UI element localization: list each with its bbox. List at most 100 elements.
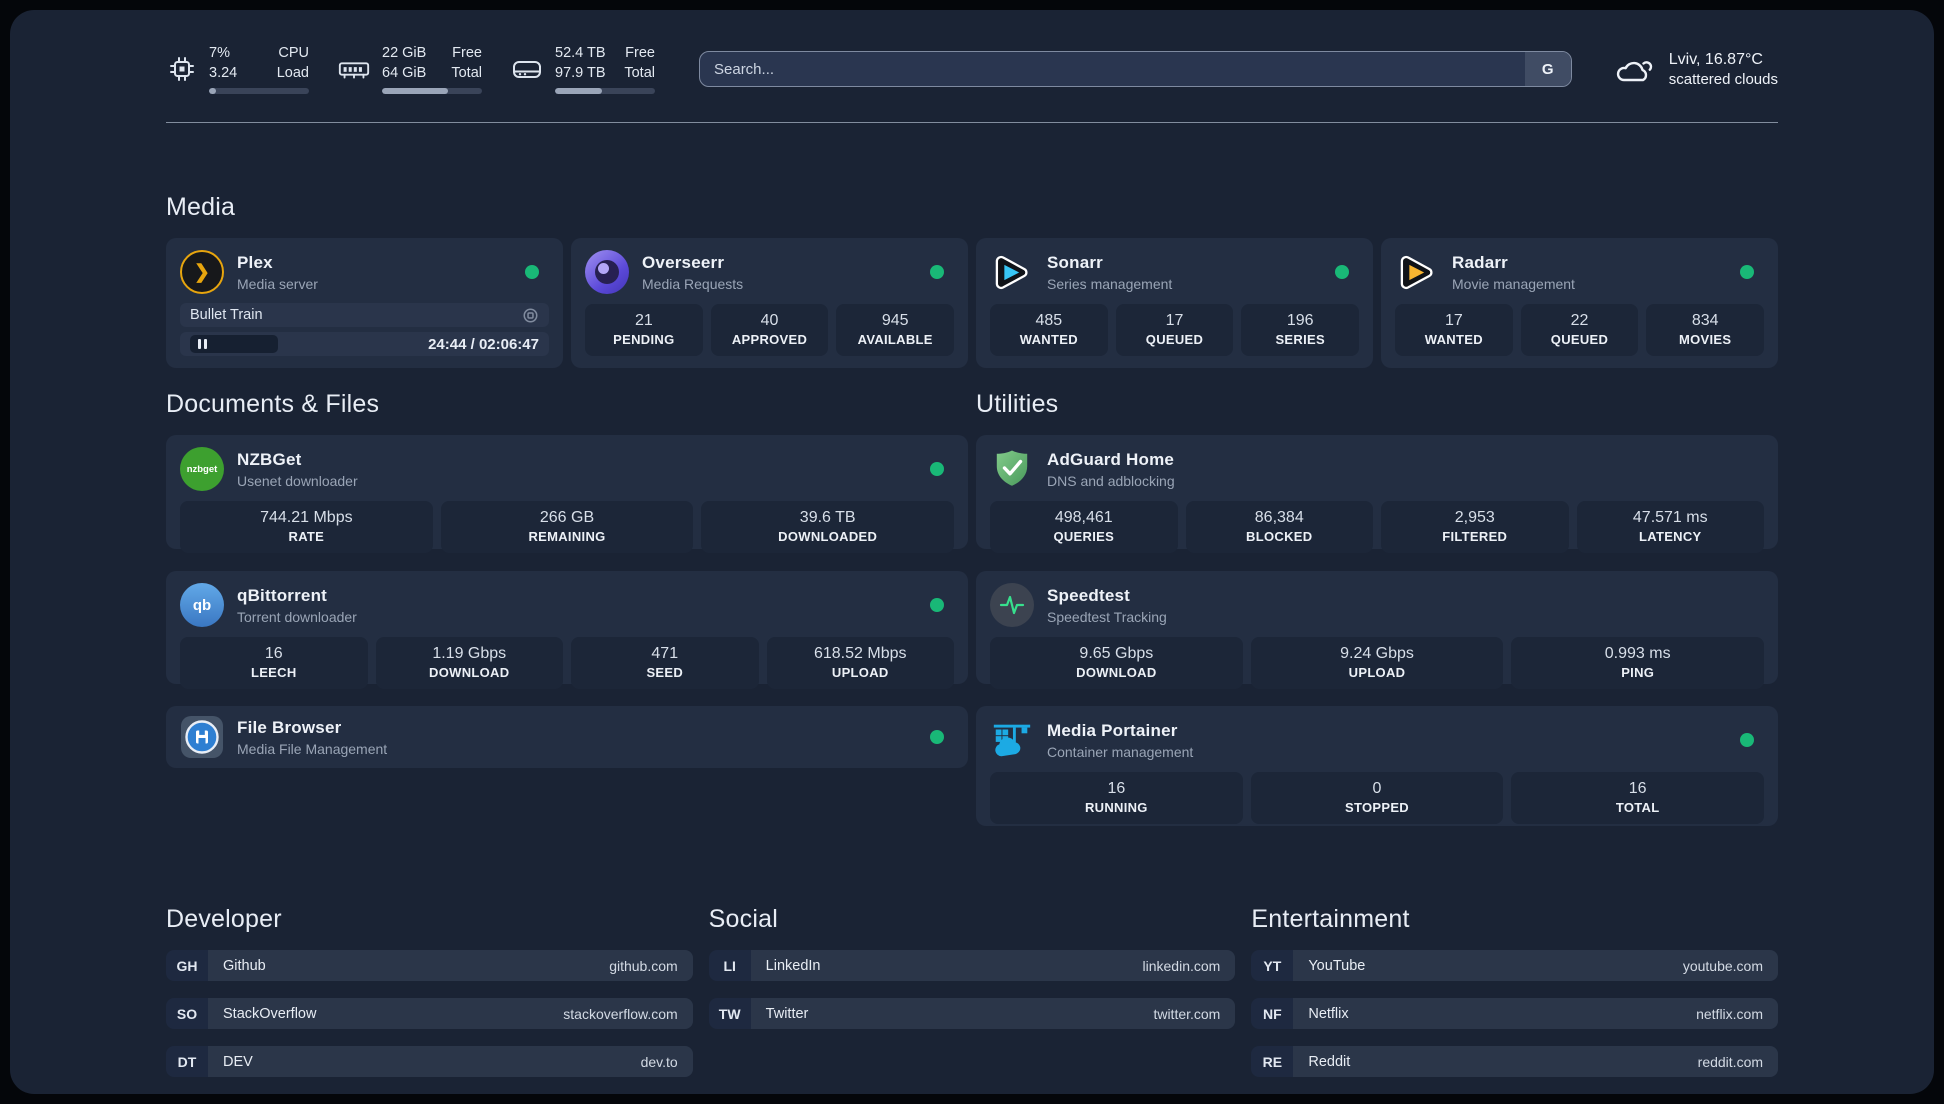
- link-url: netflix.com: [1696, 1005, 1764, 1022]
- memory-total-value: 64 GiB: [382, 64, 427, 81]
- storage-widget: 52.4 TB 97.9 TB Free Total: [510, 44, 655, 94]
- app-name: Media Portainer: [1047, 720, 1178, 740]
- app-card-overseerr[interactable]: Overseerr Media Requests 21 PENDING 40 APP…: [571, 238, 968, 368]
- status-dot: [1335, 265, 1349, 279]
- stat-tile: 39.6 TB DOWNLOADED: [701, 501, 955, 553]
- link-name: Twitter: [765, 1005, 809, 1022]
- cpu-usage-label: CPU: [278, 45, 309, 62]
- stat-tile: 47.571 ms LATENCY: [1576, 501, 1764, 553]
- link-name: DEV: [223, 1053, 253, 1070]
- player-row: 24:44 / 02:06:47: [180, 332, 549, 356]
- stat-tile: 22 QUEUED: [1520, 304, 1639, 356]
- cloud-icon: [1612, 51, 1656, 87]
- status-dot: [1740, 265, 1754, 279]
- app-desc: Media Requests: [642, 275, 744, 292]
- cpu-load-label: Load: [276, 64, 309, 81]
- app-card-nzbget[interactable]: nzbget NZBGet Usenet downloader 744.21 M…: [166, 435, 968, 553]
- app-desc: DNS and adblocking: [1047, 472, 1175, 489]
- app-desc: Torrent downloader: [237, 608, 357, 625]
- search-input[interactable]: [700, 52, 1525, 86]
- link-name: LinkedIn: [765, 957, 821, 974]
- stat-tile: 196 SERIES: [1241, 304, 1360, 356]
- app-card-qbittorrent[interactable]: qb qBittorrent Torrent downloader 16 LEEC…: [166, 571, 968, 689]
- stat-tile: 17 WANTED: [1395, 304, 1513, 356]
- stat-tile: 86,384 BLOCKED: [1185, 501, 1373, 553]
- app-name: AdGuard Home: [1047, 449, 1175, 469]
- storage-progress-bar: [555, 87, 655, 94]
- link-reddit[interactable]: RE Reddit reddit.com: [1251, 1046, 1779, 1077]
- cpu-load-value: 3.24: [209, 64, 238, 81]
- link-abbr: SO: [166, 998, 208, 1029]
- app-desc: Series management: [1047, 275, 1173, 292]
- stat-tile: 21 PENDING: [585, 304, 703, 356]
- section-title-developer: Developer: [166, 905, 282, 933]
- link-name: YouTube: [1308, 957, 1366, 974]
- app-desc: Usenet downloader: [237, 472, 358, 489]
- header-divider: [166, 122, 1778, 123]
- pause-button[interactable]: [190, 335, 278, 353]
- app-desc: Movie management: [1452, 275, 1575, 292]
- link-youtube[interactable]: YT YouTube youtube.com: [1251, 950, 1779, 981]
- storage-free-label: Free: [625, 45, 655, 62]
- stat-tile: 40 APPROVED: [710, 304, 829, 356]
- app-card-plex[interactable]: ❯ Plex Media server Bullet Train 24:44 /…: [166, 238, 563, 368]
- app-desc: Media server: [237, 275, 318, 292]
- app-card-portainer[interactable]: Media Portainer Container management 16 R…: [976, 706, 1778, 826]
- stat-tile: 0.993 ms PING: [1511, 637, 1765, 689]
- now-playing-title: Bullet Train: [190, 307, 263, 323]
- top-bar: 7% 3.24 CPU Load 22 GiB 64 GiB Free Tota…: [166, 44, 1778, 94]
- app-card-sonarr[interactable]: Sonarr Series management 485 WANTED 17 QUE…: [976, 238, 1373, 368]
- stat-tile: 471 SEED: [571, 637, 759, 689]
- stat-tile: 2,953 FILTERED: [1381, 501, 1569, 553]
- link-github[interactable]: GH Github github.com: [166, 950, 693, 981]
- link-twitter[interactable]: TW Twitter twitter.com: [708, 998, 1236, 1029]
- stat-tile: 17 QUEUED: [1115, 304, 1234, 356]
- overseerr-icon: [585, 250, 629, 294]
- link-netflix[interactable]: NF Netflix netflix.com: [1251, 998, 1779, 1029]
- cpu-icon: [166, 53, 198, 85]
- stat-tile: 485 WANTED: [990, 304, 1108, 356]
- link-url: twitter.com: [1153, 1005, 1221, 1022]
- link-abbr: RE: [1251, 1046, 1294, 1077]
- status-dot: [930, 462, 944, 476]
- status-dot: [930, 598, 944, 612]
- link-linkedin[interactable]: LI LinkedIn linkedin.com: [708, 950, 1236, 981]
- system-stats: 7% 3.24 CPU Load 22 GiB 64 GiB Free Tota…: [166, 44, 655, 94]
- qbittorrent-icon: qb: [180, 583, 224, 627]
- section-title-social: Social: [708, 905, 778, 933]
- link-name: Netflix: [1308, 1005, 1349, 1022]
- app-name: NZBGet: [237, 449, 302, 469]
- section-title-documents: Documents & Files: [166, 390, 380, 418]
- app-name: Plex: [237, 252, 273, 272]
- stat-tile: 16 LEECH: [180, 637, 368, 689]
- app-desc: Media File Management: [237, 740, 388, 757]
- ram-icon: [337, 53, 371, 85]
- stat-tile: 0 STOPPED: [1250, 772, 1504, 824]
- app-name: Overseerr: [642, 252, 725, 272]
- link-stackoverflow[interactable]: SO StackOverflow stackoverflow.com: [166, 998, 693, 1029]
- section-title-entertainment: Entertainment: [1251, 905, 1410, 933]
- app-name: Sonarr: [1047, 252, 1103, 272]
- app-card-filebrowser[interactable]: File Browser Media File Management: [166, 706, 968, 768]
- section-title-utilities: Utilities: [976, 390, 1059, 418]
- link-name: Github: [223, 957, 266, 974]
- stat-tile: 945 AVAILABLE: [836, 304, 955, 356]
- memory-free-value: 22 GiB: [382, 45, 427, 62]
- memory-progress-bar: [382, 87, 482, 94]
- app-card-speedtest[interactable]: Speedtest Speedtest Tracking 9.65 Gbps DO…: [976, 571, 1778, 689]
- nzbget-icon: nzbget: [180, 447, 224, 491]
- status-dot: [1740, 733, 1754, 747]
- app-name: Speedtest: [1047, 585, 1131, 605]
- app-card-adguard[interactable]: AdGuard Home DNS and adblocking 498,461 Q…: [976, 435, 1778, 553]
- link-url: youtube.com: [1682, 957, 1764, 974]
- memory-total-label: Total: [451, 64, 482, 81]
- search-engine-button[interactable]: G: [1524, 52, 1571, 86]
- stat-tile: 498,461 QUERIES: [990, 501, 1178, 553]
- app-card-radarr[interactable]: Radarr Movie management 17 WANTED 22 QUEUE…: [1381, 238, 1778, 368]
- cpu-progress-bar: [209, 87, 309, 94]
- link-abbr: NF: [1251, 998, 1294, 1029]
- link-dev[interactable]: DT DEV dev.to: [166, 1046, 693, 1077]
- storage-total-label: Total: [624, 64, 655, 81]
- stat-tile: 16 RUNNING: [990, 772, 1243, 824]
- stat-tile: 16 TOTAL: [1511, 772, 1765, 824]
